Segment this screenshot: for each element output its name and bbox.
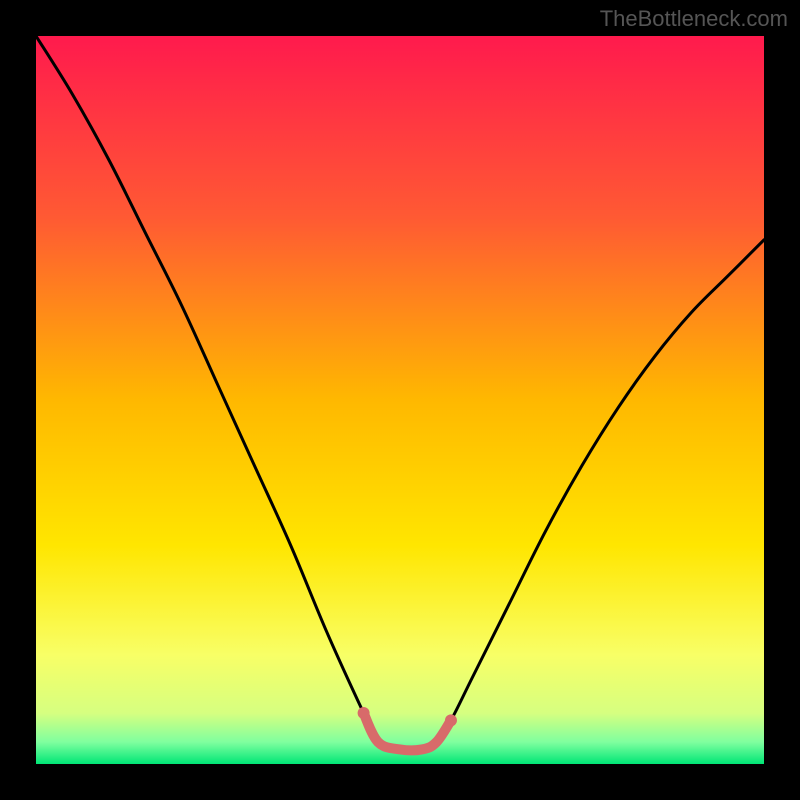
highlight-dot	[358, 707, 370, 719]
watermark-text: TheBottleneck.com	[600, 6, 788, 32]
chart-container: TheBottleneck.com	[0, 0, 800, 800]
highlight-dot	[445, 714, 457, 726]
chart-background	[36, 36, 764, 764]
chart-svg	[36, 36, 764, 764]
plot-area	[36, 36, 764, 764]
